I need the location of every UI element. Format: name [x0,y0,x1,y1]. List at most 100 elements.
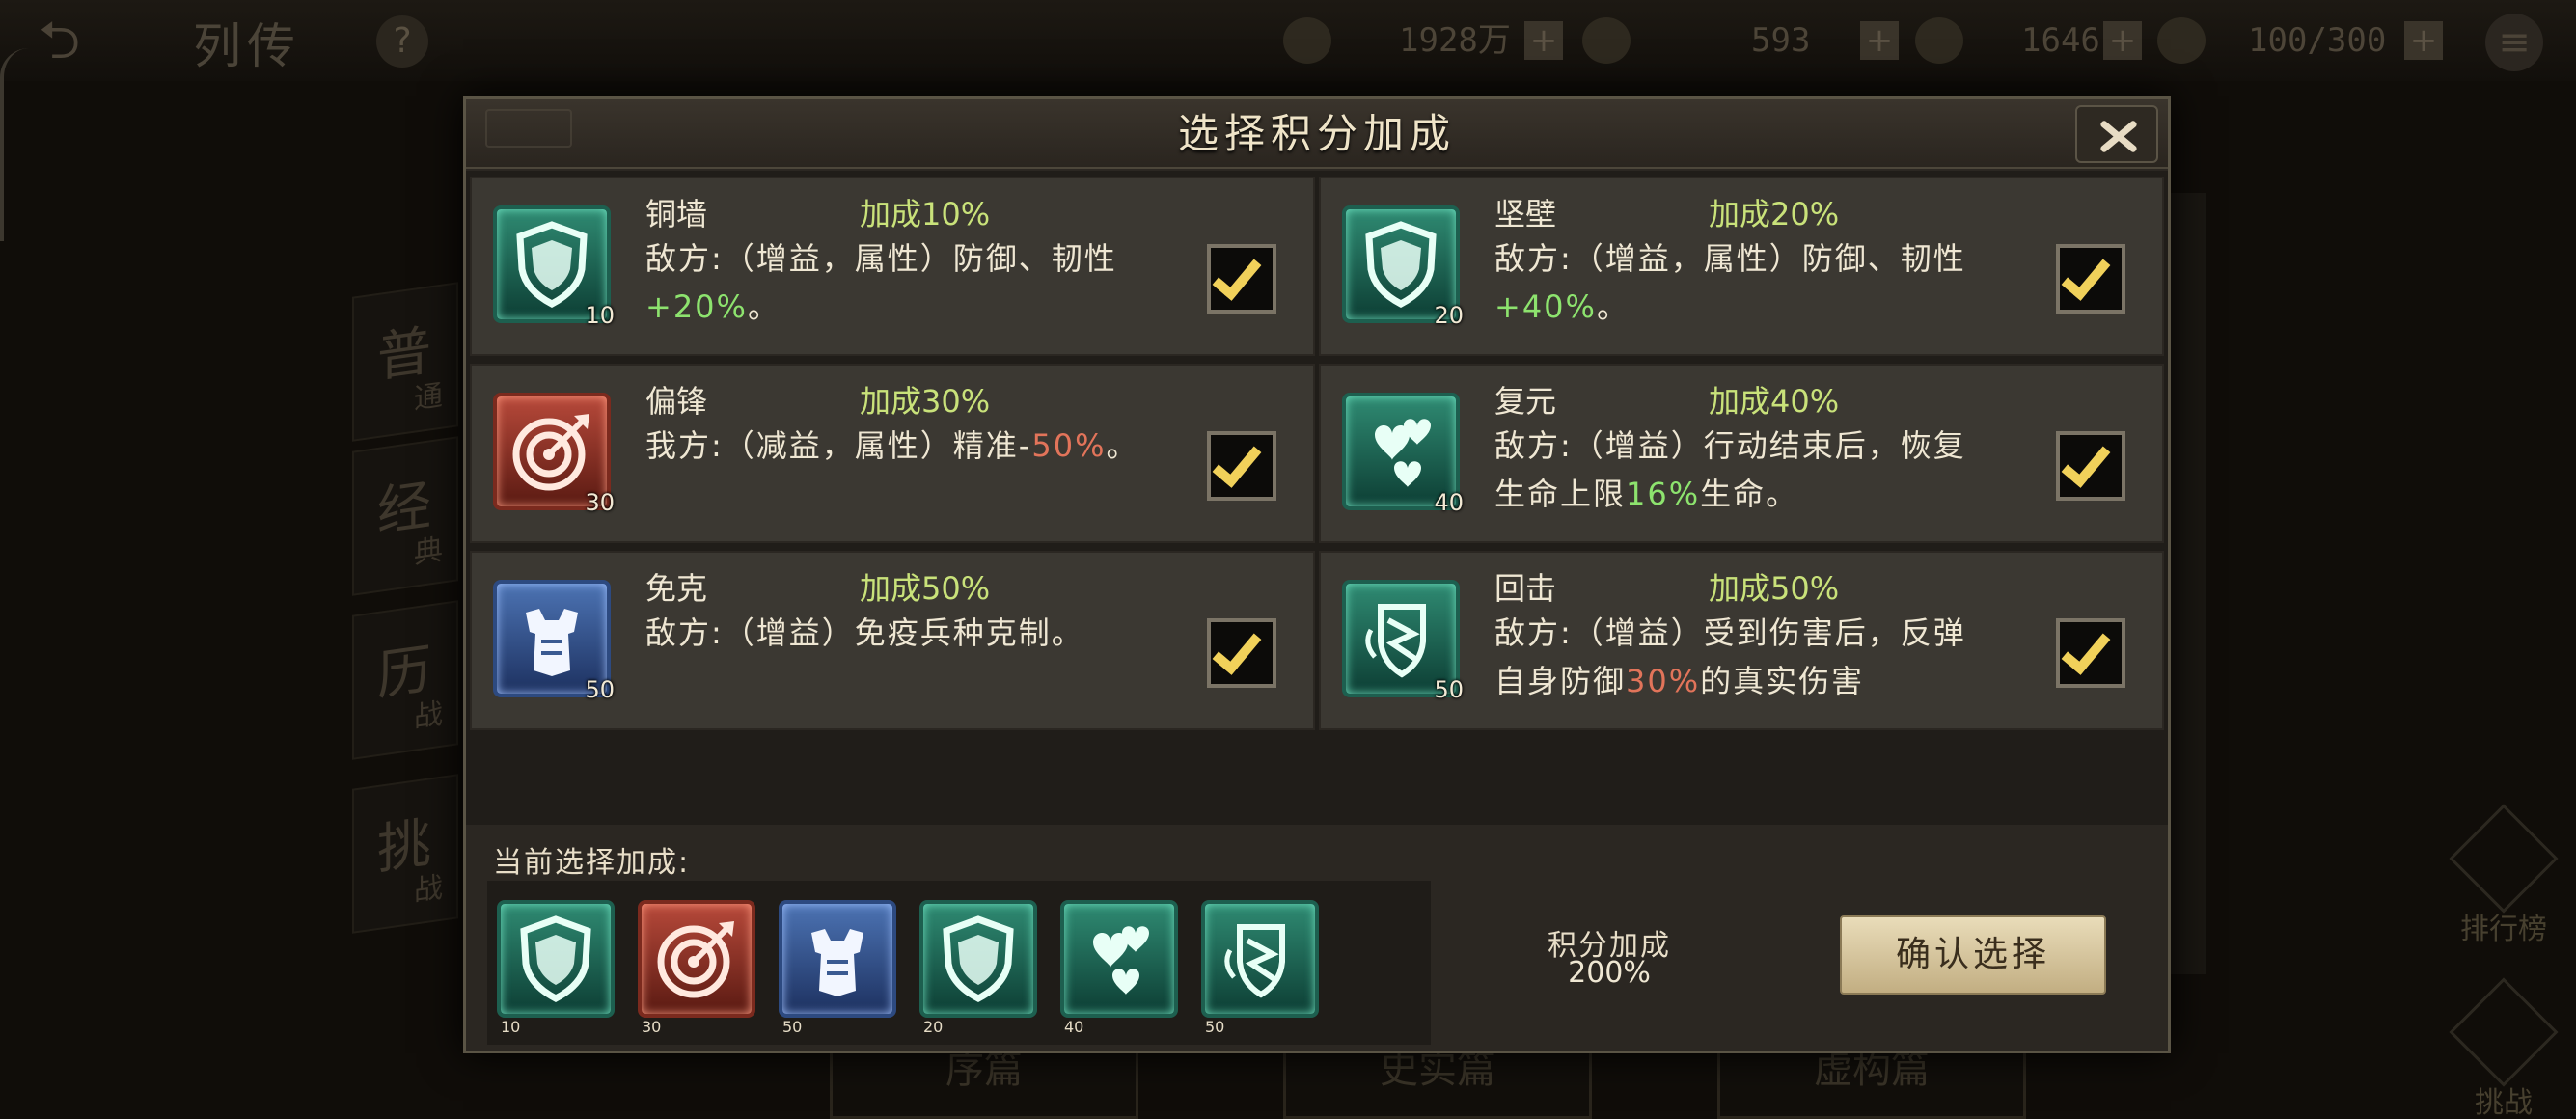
select-checkbox[interactable] [2056,244,2125,314]
checkmark-icon [2061,436,2111,488]
checkmark-icon [1212,249,1262,301]
copper-icon [1283,17,1331,64]
jade-add-button[interactable]: + [1860,21,1899,60]
decor-curve [0,48,29,241]
cost-badge: 30 [642,1018,662,1036]
side-tab-sub: 战 [414,696,443,735]
bonus-name: 坚壁 [1494,196,1557,232]
select-checkbox[interactable] [1207,618,1276,688]
counter-icon[interactable]: 50 [1201,900,1319,1036]
bonus-card-grid: 10 铜墙 加成10% 敌方:（增益，属性）防御、韧性+20%。 20 坚壁 加成20% 敌方… [466,171,2168,825]
description-highlight: +40% [1494,288,1597,325]
stamina-icon [2157,17,2206,64]
counter-icon: 50 [1342,580,1464,703]
cost-badge: 50 [782,1018,803,1036]
top-bar: ⮌ 列传 ? 1928万 + 593 + 1646 + 100/300 + ≡ [0,0,2576,81]
description-tail: 的真实伤害 [1700,663,1865,699]
cost-badge: 50 [1434,676,1464,703]
challenge-label: 挑战 [2475,1086,2533,1119]
description-tail: 。 [1106,427,1139,464]
side-tab-classic[interactable]: 经 典 [352,436,458,596]
cost-badge: 10 [585,302,615,329]
dialog-title: 选择积分加成 [1177,110,1456,157]
side-tab-sub: 通 [414,378,443,417]
gem-add-button[interactable]: + [2103,21,2142,60]
cost-badge: 50 [1205,1018,1225,1036]
selection-summary: 当前选择加成: 10 30 50 20 40 50 积分加成 200% 确认选择 [466,825,2168,1051]
description-tail: 。 [1596,288,1630,325]
side-tab-challenge[interactable]: 挑 战 [352,774,458,934]
side-tab-sub: 典 [414,532,443,571]
bonus-card[interactable]: 40 复元 加成40% 敌方:（增益）行动结束后，恢复生命上限16%生命。 [1319,364,2164,543]
cost-badge: 40 [1064,1018,1084,1036]
select-checkbox[interactable] [1207,431,1276,501]
bonus-card[interactable]: 30 偏锋 加成30% 我方:（减益，属性）精准-50%。 [470,364,1315,543]
dialog-header: 选择积分加成 [466,99,2168,169]
challenge-button[interactable]: 挑战 [2446,977,2562,1119]
bonus-percent: 加成10% [860,196,991,232]
cost-badge: 20 [923,1018,944,1036]
help-icon[interactable]: ? [376,15,428,68]
coin-icon [1582,17,1631,64]
bonus-card[interactable]: 10 铜墙 加成10% 敌方:（增益，属性）防御、韧性 +20%。 [470,177,1315,356]
close-button[interactable] [2075,105,2158,163]
bonus-name: 回击 [1494,570,1557,607]
shield-icon[interactable]: 20 [919,900,1037,1036]
leaderboard-button[interactable]: 排行榜 [2446,804,2562,947]
bonus-name: 偏锋 [645,383,708,420]
cost-badge: 30 [585,489,615,516]
bonus-card[interactable]: 50 免克 加成50% 敌方:（增益）免疫兵种克制。 [470,551,1315,730]
panel-shadow [2171,193,2206,974]
bonus-name: 铜墙 [645,196,708,232]
description-highlight: 16% [1626,476,1701,512]
select-checkbox[interactable] [2056,431,2125,501]
armor-icon[interactable]: 50 [779,900,896,1036]
side-tab-sub: 战 [414,870,443,909]
stamina-amount: 100/300 [2248,21,2387,60]
target-icon[interactable]: 30 [638,900,755,1036]
description-tail: 生命。 [1700,476,1799,512]
checkmark-icon [2061,249,2111,301]
checkmark-icon [1212,436,1262,488]
back-arrow-icon[interactable]: ⮌ [39,12,154,69]
side-tab-history[interactable]: 历 战 [352,600,458,760]
description-text: 敌方:（增益，属性）防御、韧性 [1494,240,1966,277]
stamina-add-button[interactable]: + [2404,21,2443,60]
confirm-button[interactable]: 确认选择 [1840,915,2106,995]
description-highlight: 50% [1031,427,1107,464]
description-text: 敌方:（增益，属性）防御、韧性 [645,240,1117,277]
page-title: 列传 [193,18,301,74]
selected-label: 当前选择加成: [493,846,691,880]
shield-icon[interactable]: 10 [497,900,615,1036]
bonus-description: 敌方:（增益）受到伤害后，反弹自身防御30%的真实伤害 [1494,609,1996,723]
shield-icon: 20 [1342,205,1464,329]
checkmark-icon [2061,623,2111,675]
bonus-description: 敌方:（增益，属性）防御、韧性 +40%。 [1494,234,1996,348]
description-text: 敌方:（增益）免疫兵种克制。 [645,614,1084,651]
bonus-percent: 加成30% [860,383,991,420]
copper-add-button[interactable]: + [1524,21,1563,60]
bonus-description: 我方:（减益，属性）精准-50%。 [645,422,1147,535]
checkmark-icon [1212,623,1262,675]
leaderboard-icon [2449,804,2559,914]
cost-badge: 10 [501,1018,521,1036]
selected-icons-strip: 10 30 50 20 40 50 [487,881,1431,1045]
bonus-card[interactable]: 50 回击 加成50% 敌方:（增益）受到伤害后，反弹自身防御30%的真实伤害 [1319,551,2164,730]
select-checkbox[interactable] [1207,244,1276,314]
score-bonus-value: 200% [1568,956,1651,990]
select-checkbox[interactable] [2056,618,2125,688]
jade-amount: 593 [1751,21,1811,60]
jade-icon [1915,17,1963,64]
target-icon: 30 [493,393,615,516]
side-tab-normal[interactable]: 普 通 [352,282,458,442]
cost-badge: 50 [585,676,615,703]
description-highlight: +20% [645,288,748,325]
leaderboard-label: 排行榜 [2460,913,2547,946]
menu-icon[interactable]: ≡ [2485,14,2543,71]
hearts-icon[interactable]: 40 [1060,900,1178,1036]
cost-badge: 20 [1434,302,1464,329]
bonus-card[interactable]: 20 坚壁 加成20% 敌方:（增益，属性）防御、韧性 +40%。 [1319,177,2164,356]
cost-badge: 40 [1434,489,1464,516]
bonus-description: 敌方:（增益）免疫兵种克制。 [645,609,1147,723]
bonus-description: 敌方:（增益）行动结束后，恢复生命上限16%生命。 [1494,422,1996,535]
